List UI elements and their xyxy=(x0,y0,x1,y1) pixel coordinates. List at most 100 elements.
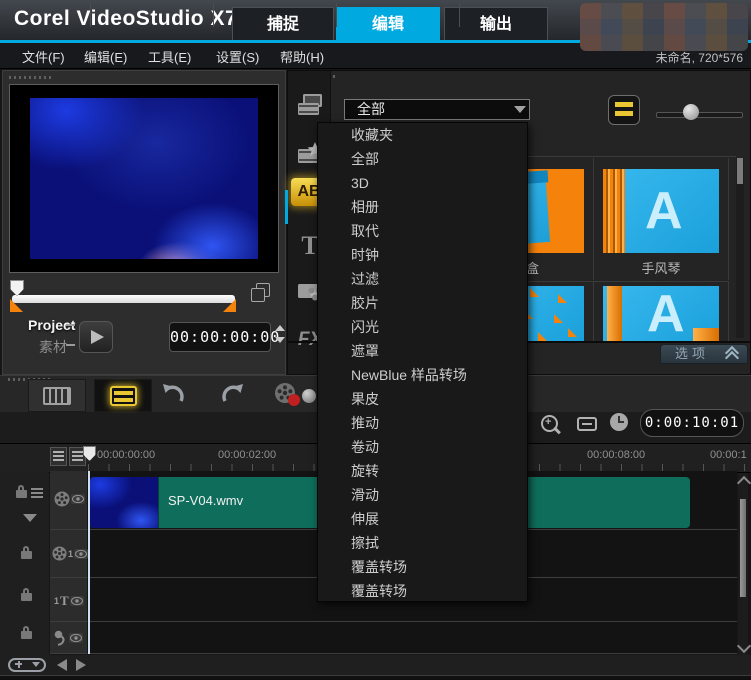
eye-icon xyxy=(74,549,88,559)
tab-edit[interactable]: 编辑 xyxy=(336,7,440,40)
timeline-view-button[interactable] xyxy=(94,379,152,412)
dropdown-option[interactable]: 胶片 xyxy=(318,291,527,315)
menu-file[interactable]: 文件(F) xyxy=(22,47,65,66)
dropdown-option[interactable]: 时钟 xyxy=(318,243,527,267)
ruler-tick xyxy=(213,3,214,27)
track-gutter xyxy=(0,471,49,675)
scrub-marker[interactable] xyxy=(10,280,24,296)
scroll-left-button[interactable] xyxy=(57,659,67,671)
storyboard-view-button[interactable] xyxy=(28,379,86,412)
divider xyxy=(66,324,75,326)
dropdown-option[interactable]: 覆盖转场 xyxy=(318,579,527,603)
track-manager-button[interactable] xyxy=(50,447,67,466)
scrollbar-thumb[interactable] xyxy=(737,158,743,184)
lock-icon[interactable] xyxy=(21,631,32,639)
options-button[interactable]: 选项 xyxy=(660,344,748,364)
timecode-up-spinner[interactable] xyxy=(275,325,285,331)
menu-settings[interactable]: 设置(S) xyxy=(216,47,259,66)
dropdown-option[interactable]: 取代 xyxy=(318,219,527,243)
dropdown-option[interactable]: 3D xyxy=(318,171,527,195)
thumbnail-size-slider[interactable] xyxy=(656,112,743,118)
scroll-right-button[interactable] xyxy=(76,659,86,671)
playhead-line[interactable] xyxy=(88,471,90,654)
timeline-footer xyxy=(0,655,751,675)
dropdown-option[interactable]: 遮罩 xyxy=(318,339,527,363)
project-duration-display[interactable]: 0:00:10:01 xyxy=(640,409,744,437)
dropdown-option[interactable]: NewBlue 样品转场 xyxy=(318,363,527,387)
track-add-icon xyxy=(72,451,83,461)
record-capture-button[interactable] xyxy=(272,381,302,414)
microphone-icon xyxy=(54,630,68,646)
panel-splitter-accent[interactable] xyxy=(285,190,288,224)
media-library-icon[interactable] xyxy=(296,93,324,122)
trim-end-handle[interactable] xyxy=(223,299,236,312)
video-track-icon xyxy=(54,491,70,507)
scrollbar-thumb[interactable] xyxy=(740,499,746,597)
fit-project-icon[interactable] xyxy=(577,417,597,431)
dropdown-option[interactable]: 闪光 xyxy=(318,315,527,339)
duration-clock-icon[interactable] xyxy=(610,413,628,431)
library-scrollbar[interactable] xyxy=(736,158,744,338)
overlay-track-header[interactable]: 1 xyxy=(50,530,88,578)
transition-label: 手风琴 xyxy=(594,258,728,277)
dropdown-option[interactable]: 果皮 xyxy=(318,387,527,411)
fit-timeline-button[interactable] xyxy=(8,658,46,672)
dropdown-option[interactable]: 相册 xyxy=(318,195,527,219)
dropdown-option[interactable]: 收藏夹 xyxy=(318,123,527,147)
timeline-scrollbar[interactable] xyxy=(738,473,748,655)
trim-start-handle[interactable] xyxy=(10,299,23,312)
video-frame-image xyxy=(30,98,258,259)
title-track-header[interactable]: 1 T xyxy=(50,578,88,622)
redo-button[interactable] xyxy=(220,383,246,410)
video-track-header[interactable] xyxy=(50,471,88,530)
enlarge-preview-icon[interactable] xyxy=(251,283,271,303)
dropdown-option[interactable]: 过滤 xyxy=(318,267,527,291)
clip-mode-label[interactable]: 素材 xyxy=(39,337,67,357)
view-bar-icon xyxy=(615,102,633,107)
thumbnail-view-toggle[interactable] xyxy=(608,95,640,125)
panel-drag-handle[interactable] xyxy=(9,76,51,79)
zoom-icon[interactable] xyxy=(541,415,558,432)
app-title: Corel VideoStudio X7 xyxy=(14,7,237,31)
play-button[interactable] xyxy=(79,321,113,353)
timecode-down-spinner[interactable] xyxy=(275,337,285,343)
ruler-label: 00:00:08:00 xyxy=(587,449,645,461)
gallery-filter-dropdown[interactable]: 全部 xyxy=(344,99,530,120)
undo-button[interactable] xyxy=(160,383,186,410)
tab-capture[interactable]: 捕捉 xyxy=(232,7,334,40)
transition-thumbnail: A xyxy=(603,286,719,342)
window-bottom-edge xyxy=(0,675,751,680)
menu-edit[interactable]: 编辑(E) xyxy=(84,47,127,66)
dropdown-option[interactable]: 全部 xyxy=(318,147,527,171)
dropdown-option[interactable]: 伸展 xyxy=(318,507,527,531)
lock-icon[interactable] xyxy=(16,490,27,498)
dropdown-option[interactable]: 旋转 xyxy=(318,459,527,483)
preview-timecode[interactable]: 00:00:00:00 xyxy=(169,322,271,352)
lock-icon[interactable] xyxy=(21,551,32,559)
track-number: 1 xyxy=(68,549,73,559)
transition-item[interactable]: A 手风琴 xyxy=(594,158,729,280)
scroll-up-icon[interactable] xyxy=(737,476,751,490)
menu-help[interactable]: 帮助(H) xyxy=(280,47,324,66)
dropdown-option[interactable]: 滑动 xyxy=(318,483,527,507)
slider-knob[interactable] xyxy=(683,104,699,120)
scrub-bar[interactable] xyxy=(12,295,235,303)
chevron-down-icon xyxy=(514,106,526,113)
ripple-edit-icon[interactable] xyxy=(31,487,43,498)
scroll-down-icon[interactable] xyxy=(737,639,751,653)
sound-mixer-icon[interactable] xyxy=(302,389,316,403)
view-bar-icon xyxy=(615,111,633,116)
menu-tools[interactable]: 工具(E) xyxy=(148,47,191,66)
options-label: 选项 xyxy=(675,346,709,361)
dropdown-option[interactable]: 擦拭 xyxy=(318,531,527,555)
voice-track-lane[interactable] xyxy=(88,622,737,654)
voice-track-header[interactable] xyxy=(50,622,88,654)
dropdown-option[interactable]: 卷动 xyxy=(318,435,527,459)
chevron-down-icon[interactable] xyxy=(23,514,37,522)
lock-icon[interactable] xyxy=(21,593,32,601)
transition-item[interactable]: A xyxy=(594,281,729,343)
ruler-label: 00:00:00:00 xyxy=(97,449,155,461)
fit-arrows xyxy=(582,423,592,425)
dropdown-option[interactable]: 覆盖转场 xyxy=(318,555,527,579)
dropdown-option[interactable]: 推动 xyxy=(318,411,527,435)
